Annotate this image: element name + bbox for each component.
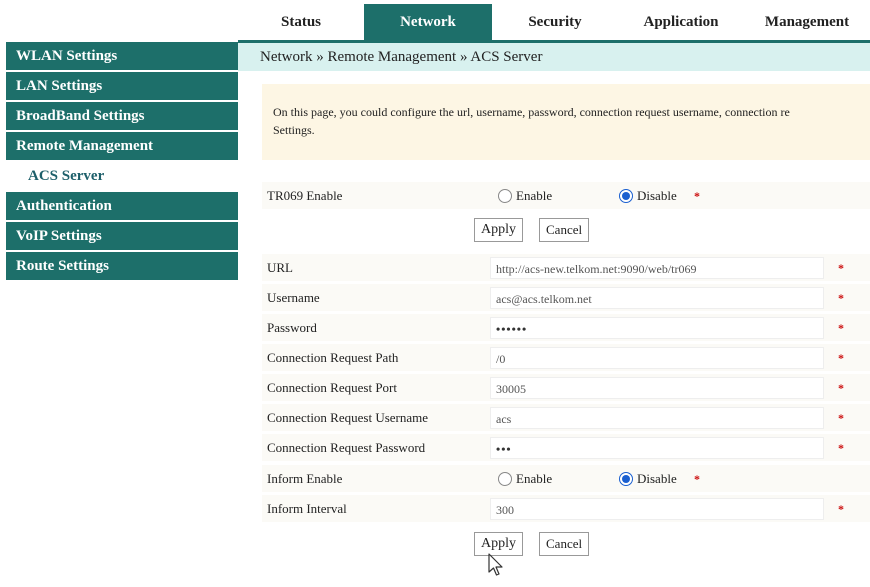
tr069-enable-label: TR069 Enable bbox=[267, 188, 343, 203]
inform-interval-row: Inform Interval 300 * bbox=[262, 495, 870, 523]
sidebar-item-lan[interactable]: LAN Settings bbox=[6, 72, 238, 100]
inform-enable-label: Inform Enable bbox=[267, 471, 343, 486]
required-mark: * bbox=[838, 261, 844, 275]
required-mark: * bbox=[838, 502, 844, 516]
tab-management[interactable]: Management bbox=[744, 4, 870, 40]
required-mark: * bbox=[694, 189, 700, 203]
breadcrumb: Network » Remote Management » ACS Server bbox=[238, 43, 870, 71]
username-label: Username bbox=[267, 290, 320, 305]
tab-application[interactable]: Application bbox=[618, 4, 744, 40]
inform-enable-option[interactable]: Enable bbox=[498, 465, 552, 493]
required-mark: * bbox=[694, 472, 700, 486]
conn-request-port-label: Connection Request Port bbox=[267, 380, 397, 395]
sidebar-item-remote-management[interactable]: Remote Management bbox=[6, 132, 238, 160]
conn-request-password-input[interactable]: ••• bbox=[490, 437, 824, 459]
info-box: On this page, you could configure the ur… bbox=[262, 84, 870, 160]
password-row: Password •••••• * bbox=[262, 314, 870, 342]
sidebar-item-route[interactable]: Route Settings bbox=[6, 252, 238, 280]
sidebar: WLAN Settings LAN Settings BroadBand Set… bbox=[6, 42, 238, 282]
url-label: URL bbox=[267, 260, 293, 275]
required-mark: * bbox=[838, 321, 844, 335]
required-mark: * bbox=[838, 291, 844, 305]
inform-disable-radio[interactable] bbox=[619, 472, 633, 486]
required-mark: * bbox=[838, 351, 844, 365]
inform-interval-input[interactable]: 300 bbox=[490, 498, 824, 520]
tr069-disable-radio[interactable] bbox=[619, 189, 633, 203]
tr069-disable-option[interactable]: Disable bbox=[619, 182, 677, 210]
tab-status[interactable]: Status bbox=[238, 4, 364, 40]
conn-request-port-input[interactable]: 30005 bbox=[490, 377, 824, 399]
username-row: Username acs@acs.telkom.net * bbox=[262, 284, 870, 312]
inform-enable-row: Inform Enable Enable Disable * bbox=[262, 465, 870, 493]
conn-request-password-row: Connection Request Password ••• * bbox=[262, 434, 870, 462]
conn-request-path-label: Connection Request Path bbox=[267, 350, 399, 365]
sidebar-item-authentication[interactable]: Authentication bbox=[6, 192, 238, 220]
info-text-line2: Settings. bbox=[273, 123, 315, 137]
cancel-button-tr069[interactable]: Cancel bbox=[539, 218, 590, 242]
tr069-enable-radio[interactable] bbox=[498, 189, 512, 203]
required-mark: * bbox=[838, 411, 844, 425]
password-label: Password bbox=[267, 320, 317, 335]
inform-disable-option-label: Disable bbox=[637, 471, 677, 486]
info-text-line1: On this page, you could configure the ur… bbox=[273, 105, 790, 119]
password-input[interactable]: •••••• bbox=[490, 317, 824, 339]
username-input[interactable]: acs@acs.telkom.net bbox=[490, 287, 824, 309]
conn-request-password-label: Connection Request Password bbox=[267, 440, 426, 455]
sidebar-subitem-acs-server[interactable]: ACS Server bbox=[6, 162, 238, 190]
required-mark: * bbox=[838, 441, 844, 455]
sidebar-item-wlan[interactable]: WLAN Settings bbox=[6, 42, 238, 70]
mouse-cursor-icon bbox=[488, 553, 503, 576]
conn-request-username-input[interactable]: acs bbox=[490, 407, 824, 429]
sidebar-item-broadband[interactable]: BroadBand Settings bbox=[6, 102, 238, 130]
sidebar-item-voip[interactable]: VoIP Settings bbox=[6, 222, 238, 250]
tr069-enable-option-label: Enable bbox=[516, 188, 553, 203]
conn-request-path-row: Connection Request Path /0 * bbox=[262, 344, 870, 372]
inform-enable-option-label: Enable bbox=[516, 471, 553, 486]
url-input[interactable]: http://acs-new.telkom.net:9090/web/tr069 bbox=[490, 257, 824, 279]
tab-network[interactable]: Network bbox=[364, 4, 492, 40]
conn-request-port-row: Connection Request Port 30005 * bbox=[262, 374, 870, 402]
required-mark: * bbox=[838, 381, 844, 395]
inform-enable-radio[interactable] bbox=[498, 472, 512, 486]
conn-request-username-row: Connection Request Username acs * bbox=[262, 404, 870, 432]
inform-interval-label: Inform Interval bbox=[267, 501, 347, 516]
cancel-button[interactable]: Cancel bbox=[539, 532, 590, 556]
inform-disable-option[interactable]: Disable bbox=[619, 465, 677, 493]
conn-request-username-label: Connection Request Username bbox=[267, 410, 429, 425]
tr069-enable-row: TR069 Enable Enable Disable * bbox=[262, 182, 870, 210]
url-row: URL http://acs-new.telkom.net:9090/web/t… bbox=[262, 254, 870, 282]
conn-request-path-input[interactable]: /0 bbox=[490, 347, 824, 369]
tr069-enable-option[interactable]: Enable bbox=[498, 182, 552, 210]
apply-button-tr069[interactable]: Apply bbox=[474, 218, 523, 242]
tab-security[interactable]: Security bbox=[492, 4, 618, 40]
tr069-disable-option-label: Disable bbox=[637, 188, 677, 203]
top-nav: Status Network Security Application Mana… bbox=[238, 4, 870, 40]
